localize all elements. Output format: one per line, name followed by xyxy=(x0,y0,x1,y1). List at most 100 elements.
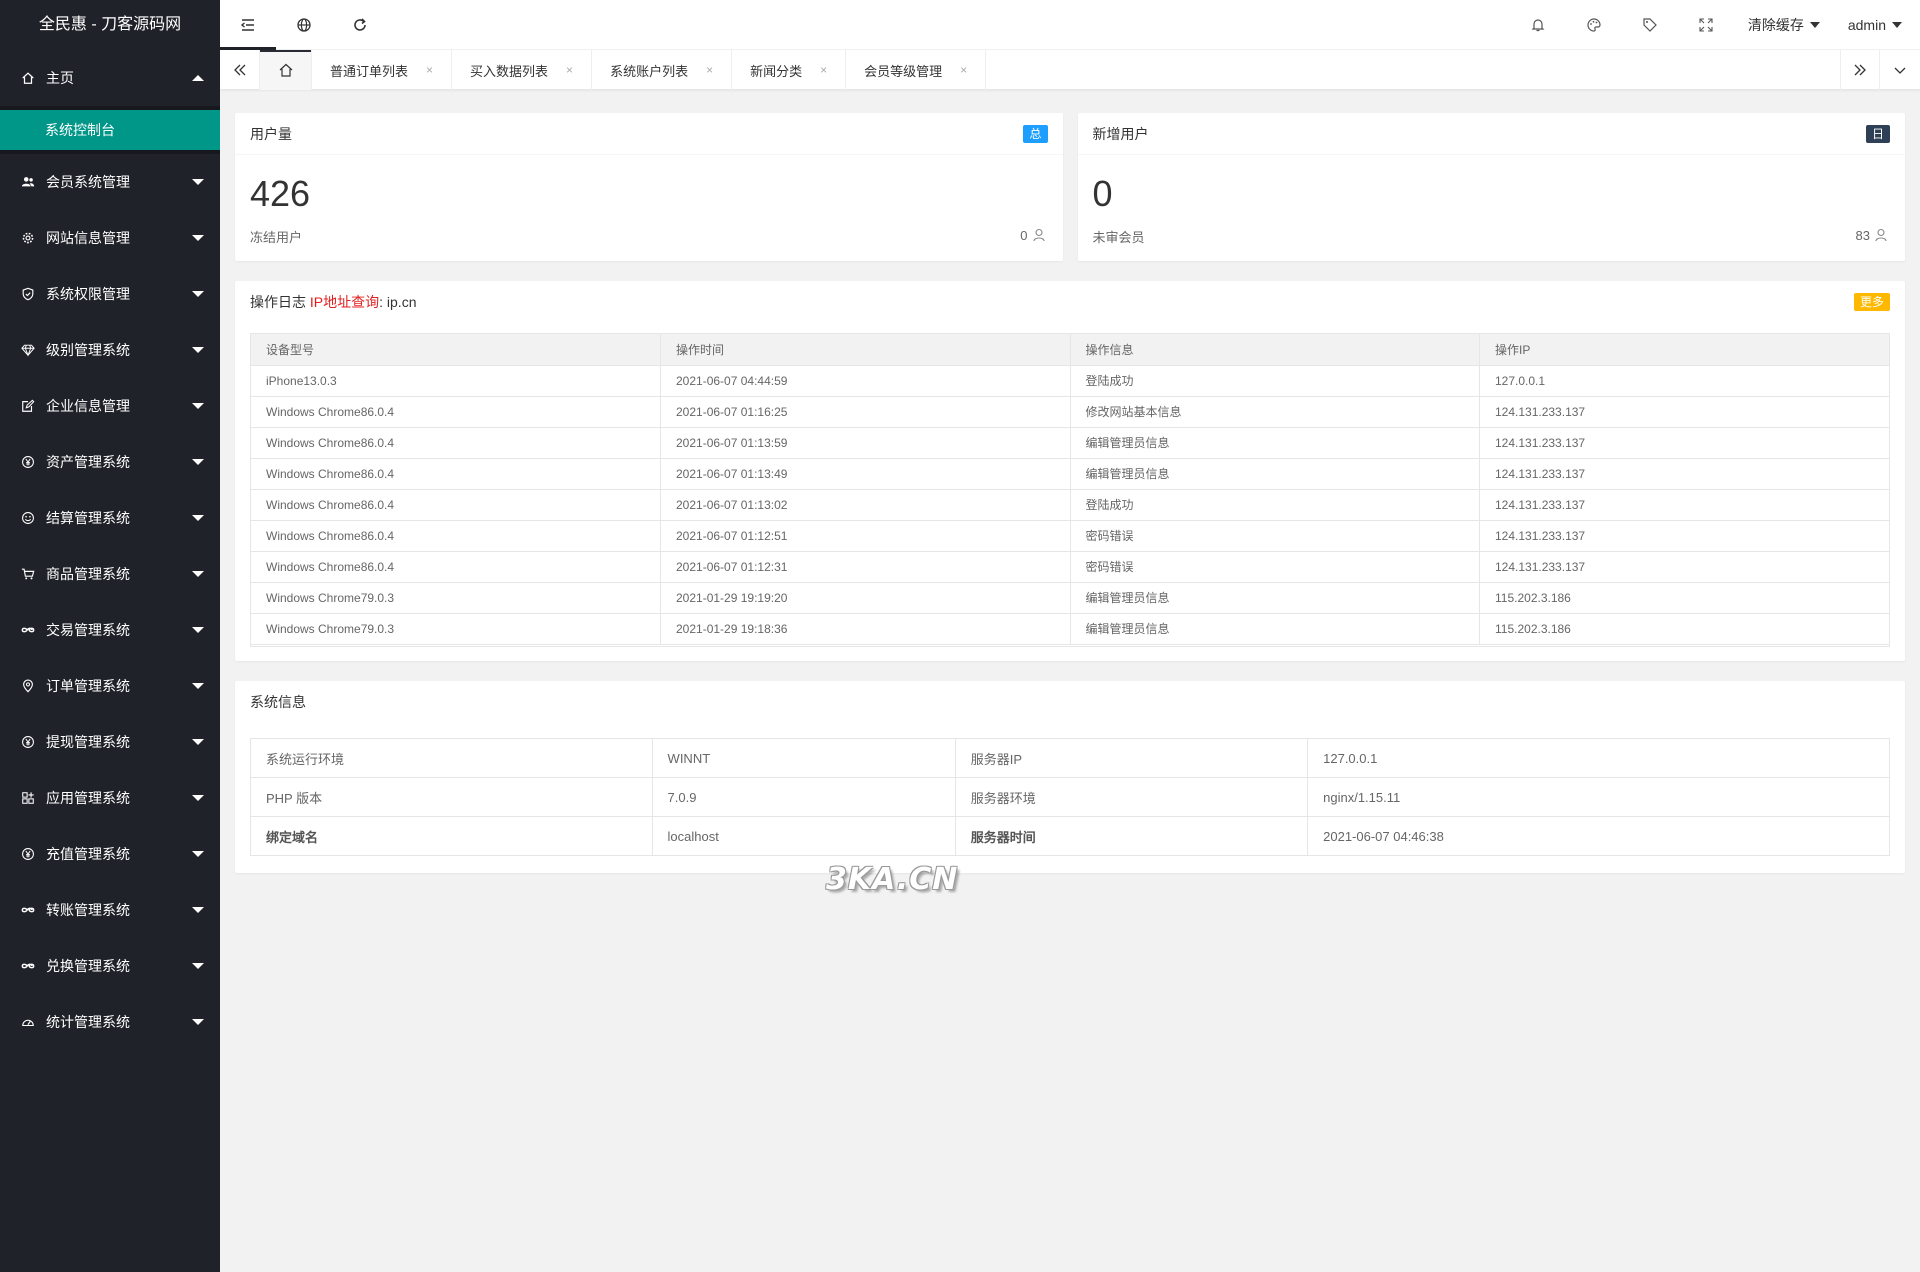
sidebar-item-11[interactable]: 提现管理系统 xyxy=(0,714,220,770)
tab-1[interactable]: 普通订单列表 × xyxy=(312,50,453,90)
table-row: PHP 版本 7.0.9 服务器环境 nginx/1.15.11 xyxy=(250,777,1890,817)
tabs-scroll-left-button[interactable] xyxy=(220,50,260,90)
chevron-down-icon xyxy=(192,851,204,857)
table-cell: 编辑管理员信息 xyxy=(1070,582,1480,614)
sidebar-item-home[interactable]: 主页 xyxy=(0,50,220,106)
tab-label: 普通订单列表 xyxy=(330,63,409,79)
tab-3[interactable]: 系统账户列表 × xyxy=(592,50,733,90)
table-cell: 124.131.233.137 xyxy=(1479,489,1889,521)
sidebar-item-label: 资产管理系统 xyxy=(46,454,130,470)
sidebar-item-label: 级别管理系统 xyxy=(46,342,130,358)
caret-down-icon xyxy=(1892,22,1902,28)
notification-button[interactable] xyxy=(1510,0,1566,50)
watermark: 3KA.CN xyxy=(826,862,959,897)
table-cell: 修改网站基本信息 xyxy=(1070,396,1480,428)
sidebar-item-3[interactable]: 系统权限管理 xyxy=(0,266,220,322)
chevron-down-icon xyxy=(192,291,204,297)
chevron-down-icon xyxy=(192,179,204,185)
palette-icon xyxy=(1587,18,1601,32)
globe-icon xyxy=(297,18,311,32)
sidebar-item-label: 兑换管理系统 xyxy=(46,958,130,974)
website-button[interactable] xyxy=(276,0,332,50)
sidebar-item-8[interactable]: 商品管理系统 xyxy=(0,546,220,602)
user-icon xyxy=(1875,228,1887,242)
tab-5[interactable]: 会员等级管理 × xyxy=(846,50,987,90)
sysinfo-title: 系统信息 xyxy=(250,694,306,710)
table-row: Windows Chrome79.0.3 2021-01-29 19:18:36 编… xyxy=(251,613,1889,645)
frozen-users-label: 冻结用户 xyxy=(250,230,303,245)
tag-button[interactable] xyxy=(1622,0,1678,50)
close-icon[interactable]: × xyxy=(566,63,573,77)
tabs-options-button[interactable] xyxy=(1880,50,1920,90)
more-button[interactable]: 更多 xyxy=(1853,293,1890,311)
close-icon[interactable]: × xyxy=(960,63,967,77)
clear-cache-dropdown[interactable]: 清除缓存 xyxy=(1734,0,1834,50)
sidebar-item-2[interactable]: 网站信息管理 xyxy=(0,210,220,266)
sidebar-item-10[interactable]: 订单管理系统 xyxy=(0,658,220,714)
sidebar-item-15[interactable]: 兑换管理系统 xyxy=(0,938,220,994)
sidebar-item-7[interactable]: 结算管理系统 xyxy=(0,490,220,546)
tab-2[interactable]: 买入数据列表 × xyxy=(452,50,593,90)
table-cell: Windows Chrome86.0.4 xyxy=(251,551,661,583)
table-cell: 2021-06-07 01:16:25 xyxy=(660,396,1071,428)
close-icon[interactable]: × xyxy=(820,63,827,77)
home-icon xyxy=(20,70,36,86)
sidebar-item-14[interactable]: 转账管理系统 xyxy=(0,882,220,938)
sidebar-item-4[interactable]: 级别管理系统 xyxy=(0,322,220,378)
pending-members-label: 未审会员 xyxy=(1092,230,1145,245)
sidebar-item-6[interactable]: 资产管理系统 xyxy=(0,434,220,490)
menu-toggle-button[interactable] xyxy=(220,0,276,50)
info-key: PHP 版本 xyxy=(250,777,653,817)
info-key: 服务器环境 xyxy=(954,777,1309,817)
table-row: Windows Chrome86.0.4 2021-06-07 01:12:31 密… xyxy=(251,551,1889,583)
sidebar-item-label: 系统权限管理 xyxy=(46,286,130,302)
user-count-value: 426 xyxy=(250,173,311,214)
sidebar-item-label: 结算管理系统 xyxy=(46,510,130,526)
table-row: Windows Chrome86.0.4 2021-06-07 01:13:02 登… xyxy=(251,489,1889,521)
sidebar-item-label: 会员系统管理 xyxy=(46,174,130,190)
table-cell: 2021-06-07 04:44:59 xyxy=(660,365,1071,397)
chevron-down-icon xyxy=(192,627,204,633)
sidebar-subitem-console[interactable]: 系统控制台 xyxy=(0,110,220,150)
sidebar-item-12[interactable]: 应用管理系统 xyxy=(0,770,220,826)
diamond-icon xyxy=(20,342,36,358)
log-column-header: 操作时间 xyxy=(660,334,1071,366)
sidebar-item-1[interactable]: 会员系统管理 xyxy=(0,154,220,210)
info-key: 系统运行环境 xyxy=(250,738,653,778)
refresh-button[interactable] xyxy=(332,0,388,50)
fullscreen-button[interactable] xyxy=(1678,0,1734,50)
user-count-card: 用户量 总 426 冻结用户 0 xyxy=(235,113,1063,261)
tab-4[interactable]: 新闻分类 × xyxy=(732,50,847,90)
sidebar-item-label: 提现管理系统 xyxy=(46,734,130,750)
close-icon[interactable]: × xyxy=(426,63,433,77)
table-cell: 127.0.0.1 xyxy=(1479,365,1889,397)
frozen-users-value: 0 xyxy=(1020,227,1028,243)
link-icon xyxy=(20,622,36,638)
table-row: Windows Chrome86.0.4 2021-06-07 01:12:51 密… xyxy=(251,520,1889,552)
ip-lookup-link[interactable]: IP地址查询 xyxy=(310,294,379,310)
sidebar-item-16[interactable]: 统计管理系统 xyxy=(0,994,220,1050)
table-row: Windows Chrome86.0.4 2021-06-07 01:13:49 编… xyxy=(251,458,1889,490)
tab-home[interactable] xyxy=(260,50,312,90)
theme-button[interactable] xyxy=(1566,0,1622,50)
sidebar-item-13[interactable]: 充值管理系统 xyxy=(0,826,220,882)
bell-icon xyxy=(1531,19,1545,32)
home-icon xyxy=(279,63,292,77)
table-cell: 115.202.3.186 xyxy=(1479,582,1889,614)
user-dropdown[interactable]: admin xyxy=(1834,0,1920,50)
sidebar-item-5[interactable]: 企业信息管理 xyxy=(0,378,220,434)
close-icon[interactable]: × xyxy=(706,63,713,77)
info-key: 绑定域名 xyxy=(250,816,653,856)
chevron-down-icon xyxy=(1894,67,1906,74)
table-cell: 2021-06-07 01:12:51 xyxy=(660,520,1071,552)
smile-icon xyxy=(20,510,36,526)
table-cell: 124.131.233.137 xyxy=(1479,551,1889,583)
chevron-down-icon xyxy=(192,515,204,521)
new-users-card: 新增用户 日 0 未审会员 83 xyxy=(1077,113,1905,261)
operation-log-card: 操作日志 IP地址查询: ip.cn 更多 设备型号 操作时间 操作信息 操作IP i… xyxy=(235,281,1905,661)
table-row: 系统运行环境 WINNT 服务器IP 127.0.0.1 xyxy=(250,738,1890,778)
tabs-scroll-right-button[interactable] xyxy=(1840,50,1880,90)
dashboard-icon xyxy=(20,1014,36,1030)
sidebar-item-9[interactable]: 交易管理系统 xyxy=(0,602,220,658)
chevron-down-icon xyxy=(192,571,204,577)
